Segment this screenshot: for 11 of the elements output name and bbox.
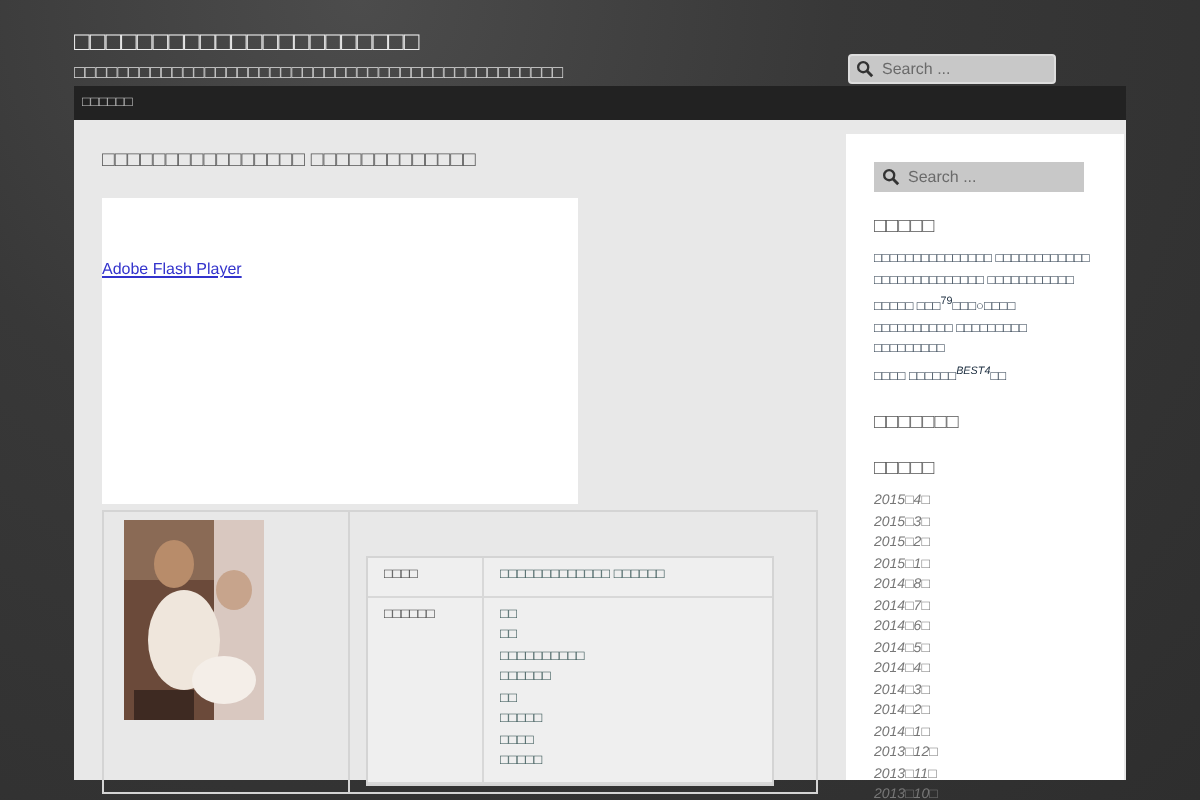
search-field[interactable]: Search ...: [874, 162, 1084, 192]
search-icon: [856, 60, 874, 78]
widget-heading: □□□□□□□: [874, 412, 961, 435]
widget-heading: □□□□□: [874, 458, 937, 481]
widget-heading: □□□□□: [874, 216, 937, 238]
article-title: □□□□□□□□□□□□□□□□ □□□□□□□□□□□□□: [102, 148, 478, 172]
search-field[interactable]: Search ...: [848, 54, 1056, 84]
site-tagline: □□□□□□□□□□□□□□□□□□□□□□□□□□□□□□□□□□□□□□□□□□□□□: [74, 60, 564, 84]
flash-link[interactable]: Adobe Flash Player: [102, 260, 242, 278]
site-title[interactable]: □□□□□□□□□□□□□□□□□□□□□□: [74, 24, 564, 60]
search-icon: [882, 168, 900, 186]
